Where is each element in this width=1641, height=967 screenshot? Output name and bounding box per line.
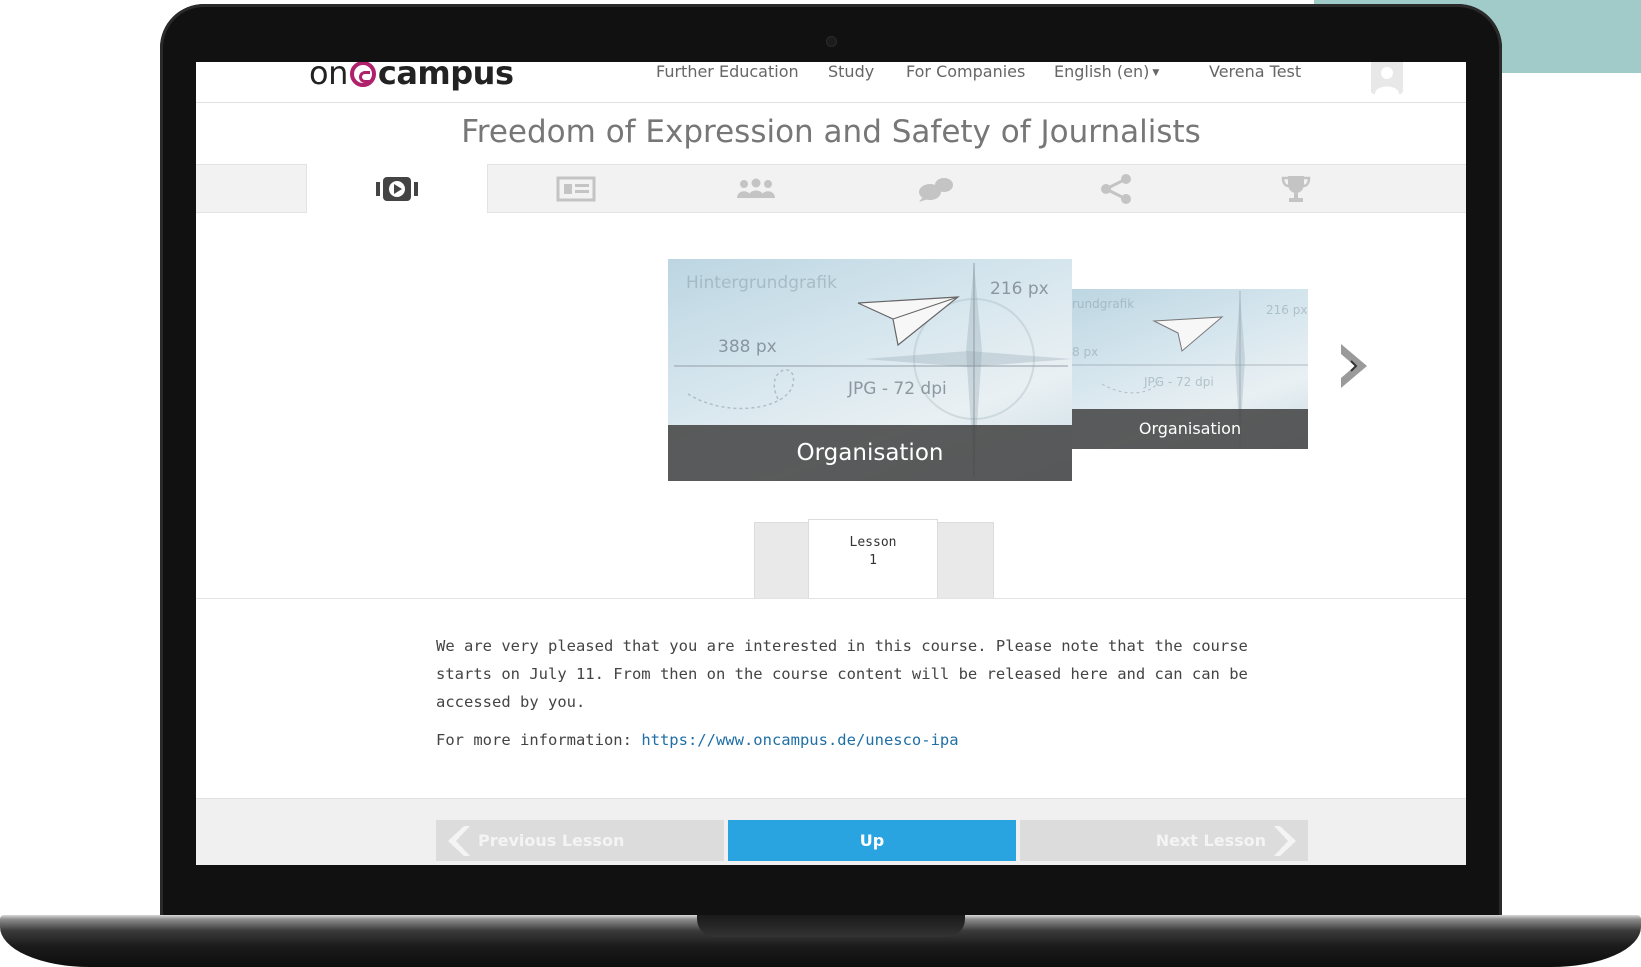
watermark-width-small: 8 px: [1072, 345, 1099, 359]
slider-next-button[interactable]: [1335, 338, 1375, 394]
nav-further-education[interactable]: Further Education: [656, 62, 799, 81]
content-divider: [196, 598, 1466, 599]
nav-for-companies[interactable]: For Companies: [906, 62, 1025, 81]
chevron-left-icon: [448, 825, 470, 856]
more-info-link[interactable]: https://www.oncampus.de/unesco-ipa: [641, 731, 958, 749]
lesson-label: Lesson: [849, 535, 897, 550]
next-lesson-button[interactable]: Next Lesson: [1020, 820, 1308, 861]
tab-videos[interactable]: [306, 164, 488, 213]
slide-organisation[interactable]: Hintergrundgrafik 388 px 216 px JPG - 72…: [668, 259, 1072, 481]
laptop-notch: [697, 915, 965, 937]
tab-achievements[interactable]: [1206, 165, 1386, 212]
slide-caption-small: Organisation: [1072, 409, 1308, 449]
watermark-format-small: JPG - 72 dpi: [1144, 375, 1214, 389]
course-notice: We are very pleased that you are interes…: [436, 632, 1296, 764]
course-title: Freedom of Expression and Safety of Jour…: [461, 114, 1201, 150]
share-icon: [1101, 173, 1131, 204]
chat-icon: [919, 177, 953, 202]
lesson-pager: Lesson 1: [754, 519, 994, 599]
tab-people[interactable]: [666, 165, 846, 212]
watermark-width: 388 px: [718, 337, 777, 357]
slide-caption: Organisation: [668, 425, 1072, 481]
video-icon: [376, 176, 418, 201]
lesson-navigation: Previous Lesson Up Next Lesson: [196, 798, 1466, 865]
tab-forum[interactable]: [846, 165, 1026, 212]
tab-share[interactable]: [1026, 165, 1206, 212]
tab-news[interactable]: [486, 165, 666, 212]
watermark-title-small: rundgrafik: [1072, 297, 1135, 311]
previous-lesson-label: Previous Lesson: [478, 831, 625, 850]
chevron-right-icon: [1274, 825, 1296, 856]
logo-text-campus: campus: [377, 62, 514, 92]
news-icon: [556, 176, 596, 201]
up-button[interactable]: Up: [728, 820, 1016, 861]
language-selector[interactable]: English (en) ▼: [1054, 62, 1159, 81]
browser-screen: on campus Further Education Study For Com…: [196, 62, 1466, 865]
chevron-right-icon: [1341, 344, 1367, 388]
logo-mark-icon: [349, 62, 376, 87]
trophy-icon: [1281, 175, 1311, 202]
course-start-notice: We are very pleased that you are interes…: [436, 637, 1248, 711]
watermark-height: 216 px: [990, 279, 1049, 299]
oncampus-logo[interactable]: on campus: [309, 62, 514, 92]
user-menu[interactable]: Verena Test: [1209, 62, 1301, 81]
slide-organisation-next[interactable]: rundgrafik 8 px 216 px JPG - 72 dpi Orga…: [1072, 289, 1308, 449]
previous-lesson-button[interactable]: Previous Lesson: [436, 820, 724, 861]
lesson-number: 1: [869, 553, 877, 568]
more-info-line: For more information: https://www.oncamp…: [436, 726, 1296, 754]
caret-down-icon: ▼: [1152, 68, 1160, 78]
course-tabs: [196, 164, 1466, 213]
language-label: English (en): [1054, 62, 1150, 81]
up-label: Up: [859, 831, 885, 850]
webcam: [826, 36, 837, 47]
lesson-tab-1[interactable]: Lesson 1: [808, 519, 938, 599]
next-lesson-label: Next Lesson: [1155, 831, 1266, 850]
watermark-title: Hintergrundgrafik: [686, 273, 837, 293]
nav-study[interactable]: Study: [828, 62, 874, 81]
avatar[interactable]: [1371, 62, 1403, 94]
site-header: on campus Further Education Study For Com…: [196, 62, 1466, 103]
more-info-label: For more information:: [436, 731, 642, 749]
watermark-height-small: 216 px: [1266, 303, 1308, 317]
watermark-format: JPG - 72 dpi: [848, 379, 947, 399]
logo-text-on: on: [309, 62, 348, 92]
user-icon: [1375, 67, 1399, 94]
people-icon: [737, 178, 775, 198]
